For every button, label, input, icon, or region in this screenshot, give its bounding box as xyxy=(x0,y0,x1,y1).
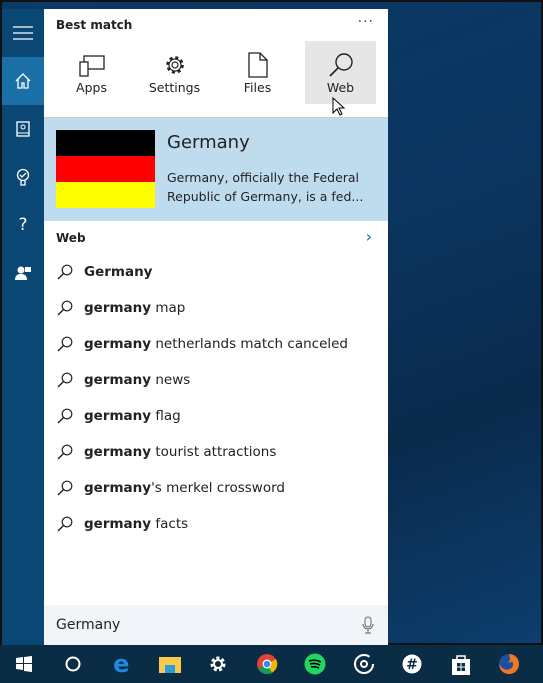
suggestion-bold: germany xyxy=(84,300,152,316)
home-icon[interactable] xyxy=(2,57,44,105)
web-suggestion[interactable]: germany tourist attractions xyxy=(56,434,276,470)
web-label: Web xyxy=(326,80,355,95)
suggestion-bold: germany xyxy=(84,516,152,532)
search-icon xyxy=(57,444,73,460)
taskbar: e # xyxy=(0,645,543,683)
search-icon xyxy=(57,372,73,388)
germany-flag-image xyxy=(56,130,155,208)
svg-text:#: # xyxy=(406,657,418,673)
mouse-cursor-icon xyxy=(332,97,346,116)
search-results-panel: Best match ··· Apps Settings Files Web G… xyxy=(44,9,388,645)
help-icon[interactable]: ? xyxy=(2,201,44,249)
web-suggestion[interactable]: germany map xyxy=(56,290,185,326)
file-explorer-icon[interactable] xyxy=(146,655,195,673)
search-input[interactable]: Germany xyxy=(44,605,388,645)
search-icon xyxy=(57,516,73,532)
web-suggestion[interactable]: germany flag xyxy=(56,398,181,434)
suggestion-bold: germany xyxy=(84,372,152,388)
filter-apps-button[interactable]: Apps xyxy=(56,41,127,104)
cortana-icon[interactable] xyxy=(49,656,98,672)
web-suggestion[interactable]: germany news xyxy=(56,362,190,398)
best-match-heading: Best match xyxy=(56,18,133,32)
result-description: Germany, officially the Federal Republic… xyxy=(167,170,364,204)
gear-icon xyxy=(163,50,187,80)
suggestion-bold: germany xyxy=(84,444,152,460)
apps-label: Apps xyxy=(76,80,107,95)
search-icon xyxy=(57,336,73,352)
suggestion-bold: germany xyxy=(84,336,152,352)
windows-start-icon[interactable] xyxy=(0,656,49,672)
filter-web-button[interactable]: Web xyxy=(305,41,376,104)
settings-label: Settings xyxy=(148,80,201,95)
suggestion-rest: news xyxy=(151,372,191,388)
chevron-right-icon[interactable]: › xyxy=(366,227,372,246)
search-icon xyxy=(57,408,73,424)
feedback-icon[interactable] xyxy=(2,249,44,297)
filter-files-button[interactable]: Files xyxy=(222,41,293,104)
edge-icon[interactable]: e xyxy=(97,650,146,678)
search-icon xyxy=(57,480,73,496)
spotify-icon[interactable] xyxy=(291,653,340,675)
web-suggestion[interactable]: germany facts xyxy=(56,506,188,542)
search-input-value: Germany xyxy=(56,617,121,633)
suggestion-bold: Germany xyxy=(84,264,153,280)
suggestion-bold: germany xyxy=(84,408,152,424)
result-title: Germany xyxy=(167,132,250,153)
best-match-result[interactable]: Germany Germany, officially the Federal … xyxy=(44,117,388,221)
suggestion-bold: germany xyxy=(84,480,152,496)
filter-settings-button[interactable]: Settings xyxy=(139,41,210,104)
suggestion-rest: tourist attractions xyxy=(151,444,277,460)
search-icon xyxy=(57,300,73,316)
notebook-icon[interactable] xyxy=(2,105,44,153)
groove-icon[interactable] xyxy=(340,653,389,675)
web-suggestion[interactable]: Germany xyxy=(56,254,152,290)
suggestion-rest: flag xyxy=(151,408,181,424)
lightbulb-icon[interactable] xyxy=(2,153,44,201)
suggestion-rest: map xyxy=(151,300,186,316)
chrome-icon[interactable] xyxy=(243,653,292,675)
web-suggestion[interactable]: germany netherlands match canceled xyxy=(56,326,348,362)
search-icon xyxy=(57,264,73,280)
slack-icon[interactable]: # xyxy=(388,654,437,674)
file-icon xyxy=(247,50,268,80)
more-options-button[interactable]: ··· xyxy=(358,14,374,30)
search-icon xyxy=(328,50,354,80)
sidebar: ? xyxy=(2,9,44,645)
files-label: Files xyxy=(243,80,272,95)
firefox-icon[interactable] xyxy=(485,653,534,675)
apps-icon xyxy=(78,50,105,80)
microphone-icon[interactable] xyxy=(362,616,374,634)
suggestion-rest: facts xyxy=(151,516,189,532)
suggestion-rest: 's merkel crossword xyxy=(151,480,285,496)
store-icon[interactable] xyxy=(437,653,486,675)
web-suggestion[interactable]: germany's merkel crossword xyxy=(56,470,285,506)
suggestion-rest: netherlands match canceled xyxy=(151,336,349,352)
menu-icon[interactable] xyxy=(2,9,44,57)
settings-icon[interactable] xyxy=(194,655,243,673)
web-section-heading: Web xyxy=(56,231,86,245)
